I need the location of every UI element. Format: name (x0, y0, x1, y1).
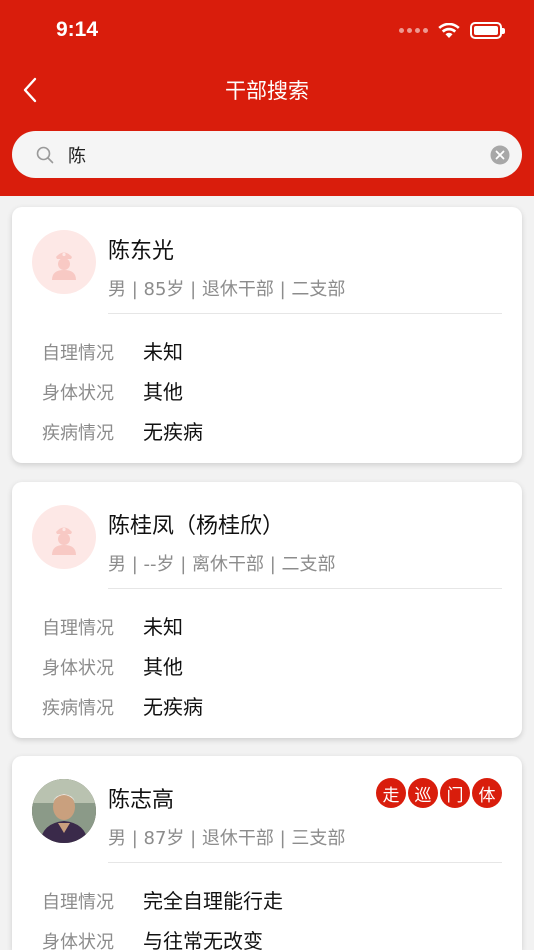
self-care-label: 自理情况 (42, 892, 114, 913)
clear-icon[interactable] (490, 145, 510, 165)
status-icons (399, 22, 505, 39)
cadre-meta: 男 | 87岁 | 退休干部 | 三支部 (108, 828, 346, 849)
service-badge: 走 (376, 778, 406, 808)
wifi-icon (438, 22, 460, 38)
self-care-value: 未知 (143, 615, 183, 639)
page-title: 干部搜索 (225, 79, 309, 103)
divider (108, 588, 502, 589)
disease-value: 无疾病 (143, 420, 203, 444)
search-input[interactable] (68, 144, 490, 165)
disease-row: 疾病情况 无疾病 (42, 691, 203, 720)
physical-value: 与往常无改变 (143, 929, 263, 950)
disease-value: 无疾病 (143, 695, 203, 719)
cadre-meta: 男 | --岁 | 离休干部 | 二支部 (108, 554, 336, 575)
cadre-meta: 男 | 85岁 | 退休干部 | 二支部 (108, 279, 346, 300)
service-badge: 巡 (408, 778, 438, 808)
photo-avatar (32, 779, 96, 843)
self-care-row: 自理情况 未知 (42, 611, 183, 640)
self-care-value: 未知 (143, 340, 183, 364)
physical-value: 其他 (143, 380, 183, 404)
self-care-value: 完全自理能行走 (143, 889, 283, 913)
disease-row: 疾病情况 无疾病 (42, 416, 203, 445)
self-care-label: 自理情况 (42, 618, 114, 639)
cadre-name: 陈东光 (108, 239, 175, 264)
physical-label: 身体状况 (42, 658, 114, 679)
battery-icon (470, 22, 505, 39)
service-badges: 走 巡 门 体 (376, 778, 502, 808)
disease-label: 疾病情况 (42, 698, 114, 719)
signal-icon (399, 28, 428, 33)
cadre-card[interactable]: 陈志高 走 巡 门 体 男 | 87岁 | 退休干部 | 三支部 自理情况 完全… (12, 756, 522, 950)
physical-row: 身体状况 其他 (42, 651, 183, 680)
search-icon (36, 145, 56, 165)
cadre-card[interactable]: 陈东光 男 | 85岁 | 退休干部 | 二支部 自理情况 未知 身体状况 其他… (12, 207, 522, 463)
search-bar[interactable] (12, 131, 522, 178)
self-care-label: 自理情况 (42, 343, 114, 364)
self-care-row: 自理情况 完全自理能行走 (42, 885, 283, 914)
cadre-card[interactable]: 陈桂凤（杨桂欣） 男 | --岁 | 离休干部 | 二支部 自理情况 未知 身体… (12, 482, 522, 738)
default-avatar-icon (32, 230, 96, 294)
physical-row: 身体状况 与往常无改变 (42, 925, 263, 950)
cadre-name: 陈志高 (108, 788, 175, 813)
service-badge: 体 (472, 778, 502, 808)
status-time: 9:14 (56, 18, 99, 41)
physical-value: 其他 (143, 655, 183, 679)
physical-label: 身体状况 (42, 932, 114, 950)
app-header: 9:14 干部搜索 (0, 0, 534, 196)
disease-label: 疾病情况 (42, 423, 114, 444)
divider (108, 313, 502, 314)
self-care-row: 自理情况 未知 (42, 336, 183, 365)
physical-label: 身体状况 (42, 383, 114, 404)
default-avatar-icon (32, 505, 96, 569)
service-badge: 门 (440, 778, 470, 808)
physical-row: 身体状况 其他 (42, 376, 183, 405)
cadre-name: 陈桂凤（杨桂欣） (108, 514, 285, 539)
divider (108, 862, 502, 863)
